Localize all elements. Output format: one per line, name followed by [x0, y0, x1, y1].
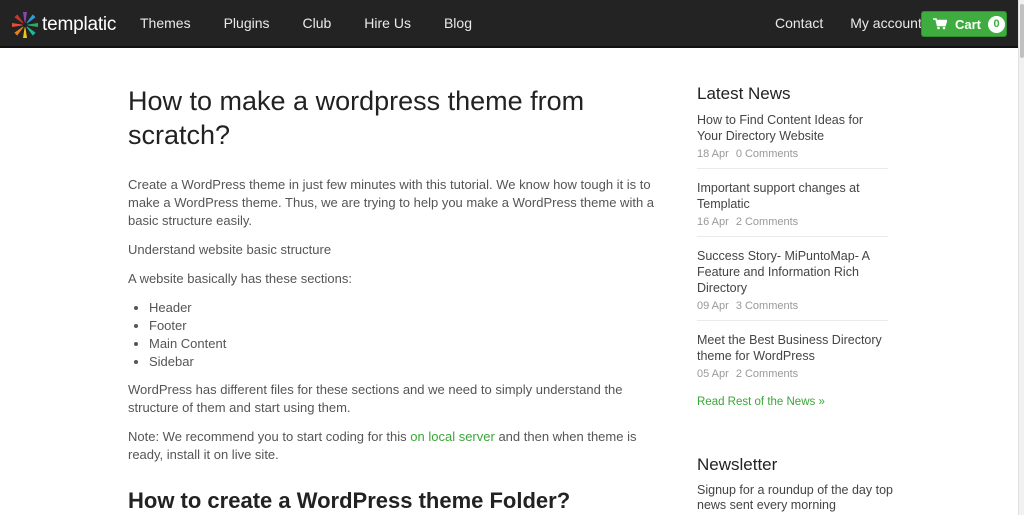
- main-nav: Themes Plugins Club Hire Us Blog: [140, 15, 505, 31]
- news-date: 16 Apr: [697, 216, 729, 228]
- newsletter-title: Newsletter: [697, 455, 778, 474]
- sidebar: Latest News How to Find Content Ideas fo…: [697, 84, 888, 408]
- news-comments[interactable]: 2 Comments: [736, 368, 798, 380]
- page-title: How to make a wordpress theme from scrat…: [128, 86, 585, 150]
- account-nav: Contact My account: [775, 15, 922, 31]
- section-heading: How to create a WordPress theme Folder?: [128, 488, 571, 513]
- news-comments[interactable]: 2 Comments: [736, 216, 798, 228]
- news-date: 09 Apr: [697, 300, 729, 312]
- list-item: Footer: [149, 317, 668, 335]
- news-title-link[interactable]: Success Story- MiPuntoMap- A Feature and…: [697, 248, 888, 296]
- news-meta: 16 Apr 2 Comments: [697, 216, 888, 228]
- logo-text: templatic: [42, 14, 117, 35]
- news-meta: 05 Apr 2 Comments: [697, 368, 888, 380]
- latest-news-title: Latest News: [697, 84, 791, 103]
- news-item: Meet the Best Business Directory theme f…: [697, 332, 888, 388]
- nav-item-blog[interactable]: Blog: [444, 15, 472, 31]
- news-item: Success Story- MiPuntoMap- A Feature and…: [697, 248, 888, 321]
- news-comments[interactable]: 3 Comments: [736, 300, 798, 312]
- cart-count-badge: 0: [988, 15, 1006, 33]
- news-comments[interactable]: 0 Comments: [736, 148, 798, 160]
- list-item: Header: [149, 299, 668, 317]
- note-paragraph: Note: We recommend you to start coding f…: [128, 428, 668, 464]
- nav-item-hire-us[interactable]: Hire Us: [364, 15, 411, 31]
- nav-item-contact[interactable]: Contact: [775, 15, 823, 31]
- intro-paragraph: Create a WordPress theme in just few min…: [128, 177, 655, 228]
- news-item: How to Find Content Ideas for Your Direc…: [697, 112, 888, 169]
- news-title-link[interactable]: Important support changes at Templatic: [697, 180, 888, 212]
- note-text: Note: We recommend you to start coding f…: [128, 429, 411, 444]
- nav-item-themes[interactable]: Themes: [140, 15, 191, 31]
- files-paragraph: WordPress has different files for these …: [128, 382, 623, 415]
- sections-paragraph: A website basically has these sections:: [128, 271, 353, 286]
- shopping-cart-icon: [933, 18, 947, 30]
- newsletter-widget: Newsletter Signup for a roundup of the d…: [697, 455, 897, 513]
- news-date: 05 Apr: [697, 368, 729, 380]
- local-server-link[interactable]: on local server: [410, 429, 495, 444]
- cart-label: Cart: [955, 16, 982, 32]
- news-title-link[interactable]: Meet the Best Business Directory theme f…: [697, 332, 888, 364]
- news-item: Important support changes at Templatic 1…: [697, 180, 888, 237]
- top-navigation-bar: templatic Themes Plugins Club Hire Us Bl…: [0, 0, 1018, 48]
- list-item: Sidebar: [149, 353, 668, 371]
- scrollbar-thumb[interactable]: [1020, 4, 1024, 58]
- page-scrollbar[interactable]: [1018, 0, 1024, 515]
- structure-paragraph: Understand website basic structure: [128, 242, 332, 257]
- logo[interactable]: templatic: [11, 11, 116, 39]
- sections-list: Header Footer Main Content Sidebar: [149, 299, 668, 371]
- templatic-star-icon: [12, 12, 38, 38]
- news-title-link[interactable]: How to Find Content Ideas for Your Direc…: [697, 112, 888, 144]
- nav-item-plugins[interactable]: Plugins: [224, 15, 270, 31]
- nav-item-my-account[interactable]: My account: [850, 15, 922, 31]
- list-item: Main Content: [149, 335, 668, 353]
- read-more-news-link[interactable]: Read Rest of the News »: [697, 396, 888, 408]
- article-content: How to make a wordpress theme from scrat…: [128, 84, 668, 514]
- newsletter-description: Signup for a roundup of the day top news…: [697, 483, 893, 512]
- news-meta: 18 Apr 0 Comments: [697, 148, 888, 160]
- nav-item-club[interactable]: Club: [303, 15, 332, 31]
- news-meta: 09 Apr 3 Comments: [697, 300, 888, 312]
- news-date: 18 Apr: [697, 148, 729, 160]
- cart-button[interactable]: Cart 0: [921, 11, 1007, 37]
